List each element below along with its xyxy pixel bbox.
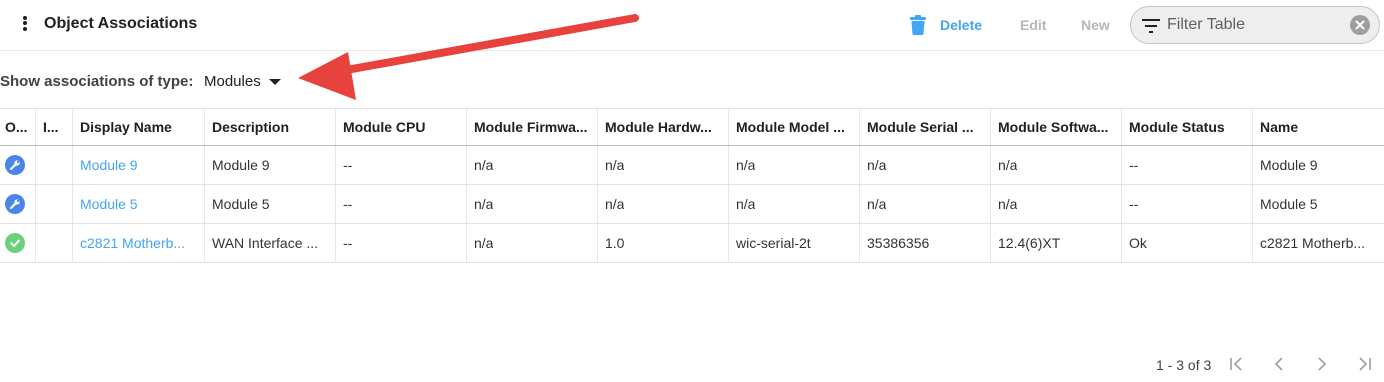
column-header[interactable]: Description xyxy=(205,109,336,145)
previous-page-icon[interactable] xyxy=(1270,355,1288,373)
column-header[interactable]: Module Softwa... xyxy=(991,109,1122,145)
row-cell: -- xyxy=(336,224,467,262)
column-header[interactable]: Display Name xyxy=(73,109,205,145)
type-selector-label: Show associations of type: xyxy=(0,73,194,90)
row-cell xyxy=(36,224,73,262)
table-row[interactable]: Module 9 Module 9 -- n/a n/a n/a n/a n/a… xyxy=(0,146,1384,185)
row-cell: n/a xyxy=(467,146,598,184)
display-name-link[interactable]: c2821 Motherb... xyxy=(80,235,185,251)
more-options-icon[interactable] xyxy=(16,14,34,36)
column-header[interactable]: O... xyxy=(0,109,36,145)
column-header[interactable]: Module Serial ... xyxy=(860,109,991,145)
type-dropdown-value: Modules xyxy=(204,73,261,90)
delete-button[interactable]: Delete xyxy=(910,13,982,37)
column-header[interactable]: Name xyxy=(1253,109,1384,145)
row-cell: n/a xyxy=(991,185,1122,223)
row-cell: Module 5 xyxy=(205,185,336,223)
column-header[interactable]: Module Model ... xyxy=(729,109,860,145)
pagination: 1 - 3 of 3 xyxy=(1156,355,1384,377)
column-header[interactable]: Module Hardw... xyxy=(598,109,729,145)
row-cell: -- xyxy=(336,185,467,223)
row-cell: n/a xyxy=(598,146,729,184)
row-cell: -- xyxy=(1122,146,1253,184)
column-header[interactable]: Module CPU xyxy=(336,109,467,145)
panel-title: Object Associations xyxy=(44,15,198,32)
row-cell: WAN Interface ... xyxy=(205,224,336,262)
row-cell: n/a xyxy=(729,185,860,223)
row-cell: 1.0 xyxy=(598,224,729,262)
first-page-icon[interactable] xyxy=(1228,355,1246,373)
display-name-link[interactable]: Module 9 xyxy=(80,157,138,173)
table-row[interactable]: Module 5 Module 5 -- n/a n/a n/a n/a n/a… xyxy=(0,185,1384,224)
pagination-range: 1 - 3 of 3 xyxy=(1156,357,1212,373)
filter-icon xyxy=(1142,19,1160,33)
new-button[interactable]: New xyxy=(1081,17,1110,33)
type-dropdown[interactable]: Modules xyxy=(204,73,281,90)
table-row[interactable]: c2821 Motherb... WAN Interface ... -- n/… xyxy=(0,224,1384,263)
row-cell: Module 9 xyxy=(205,146,336,184)
row-cell: 35386356 xyxy=(860,224,991,262)
column-header[interactable]: Module Status xyxy=(1122,109,1253,145)
row-cell: n/a xyxy=(729,146,860,184)
row-cell: n/a xyxy=(467,185,598,223)
last-page-icon[interactable] xyxy=(1355,355,1373,373)
filter-box xyxy=(1130,6,1380,44)
row-cell xyxy=(36,185,73,223)
column-header[interactable]: Module Firmwa... xyxy=(467,109,598,145)
row-cell: c2821 Motherb... xyxy=(1260,235,1366,251)
row-cell: n/a xyxy=(598,185,729,223)
row-cell: Module 9 xyxy=(1260,157,1318,173)
clear-filter-icon[interactable] xyxy=(1350,15,1370,35)
row-cell: n/a xyxy=(860,185,991,223)
wrench-icon xyxy=(5,194,25,214)
table-header-row: O... I... Display Name Description Modul… xyxy=(0,108,1384,146)
trash-icon xyxy=(910,15,926,35)
next-page-icon[interactable] xyxy=(1313,355,1331,373)
row-cell: n/a xyxy=(860,146,991,184)
filter-input[interactable] xyxy=(1167,14,1337,36)
row-cell: Ok xyxy=(1122,224,1253,262)
row-cell: 12.4(6)XT xyxy=(991,224,1122,262)
panel-header: Object Associations Delete Edit New xyxy=(0,0,1384,51)
caret-down-icon xyxy=(268,78,281,85)
row-cell: n/a xyxy=(467,224,598,262)
row-cell: wic-serial-2t xyxy=(729,224,860,262)
wrench-icon xyxy=(5,155,25,175)
associations-table: O... I... Display Name Description Modul… xyxy=(0,108,1384,263)
check-circle-icon xyxy=(5,233,25,253)
display-name-link[interactable]: Module 5 xyxy=(80,196,138,212)
edit-button[interactable]: Edit xyxy=(1020,17,1046,33)
row-cell: n/a xyxy=(991,146,1122,184)
column-header[interactable]: I... xyxy=(36,109,73,145)
row-cell xyxy=(36,146,73,184)
delete-label: Delete xyxy=(940,17,983,33)
row-cell: -- xyxy=(336,146,467,184)
row-cell: -- xyxy=(1122,185,1253,223)
row-cell: Module 5 xyxy=(1260,196,1318,212)
